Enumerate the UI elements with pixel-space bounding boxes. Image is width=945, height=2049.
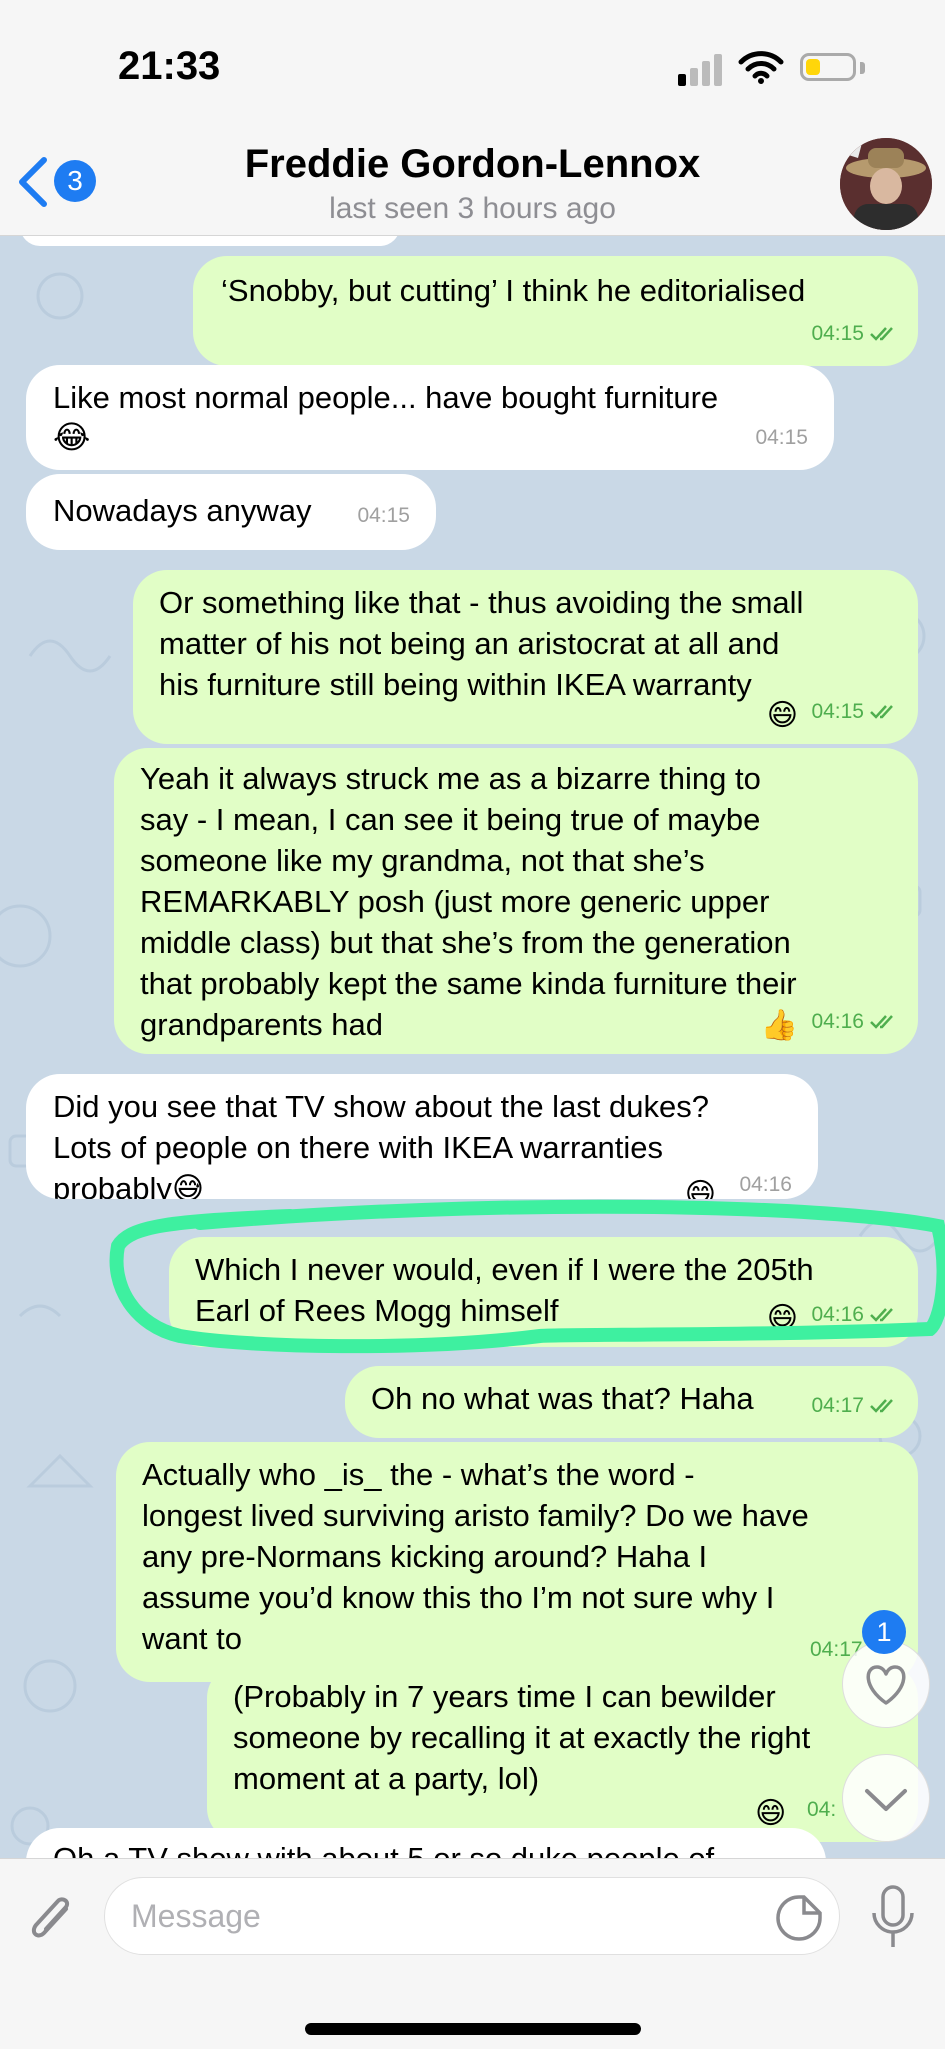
reaction-emoji[interactable]: 👍 (761, 1005, 798, 1046)
message-text: Like most normal people... have bought f… (53, 380, 719, 415)
message-time: 04:17 (811, 1394, 864, 1417)
status-time: 21:33 (118, 44, 221, 88)
message-time: 04: (807, 1798, 837, 1821)
message-text: Did you see that TV show about the last … (53, 1089, 709, 1199)
double-check-icon (870, 1308, 893, 1323)
message-bubble-outgoing[interactable]: Or something like that - thus avoiding t… (133, 570, 918, 744)
status-bar: 21:33 (0, 0, 945, 130)
message-bubble-outgoing[interactable]: Actually who _is_ the - what’s the word … (116, 1442, 918, 1682)
home-indicator (305, 2023, 641, 2035)
double-check-icon (870, 1015, 893, 1030)
message-bubble-outgoing[interactable]: Which I never would, even if I were the … (169, 1237, 918, 1347)
chat-header: 3 Freddie Gordon-Lennox last seen 3 hour… (0, 130, 945, 236)
sticker-icon[interactable] (774, 1893, 824, 1943)
sweat-smile-emoji: 😅 (171, 1171, 205, 1199)
message-text: Oh no what was that? Haha (371, 1381, 754, 1416)
microphone-icon[interactable] (868, 1883, 918, 1955)
reaction-emoji[interactable]: 😄 (685, 1174, 716, 1199)
message-text-line: Like most normal people... have bought f… (53, 377, 718, 418)
message-bubble-incoming[interactable]: Like most normal people... have bought f… (26, 365, 834, 470)
message-meta: 04:16 (811, 1294, 896, 1335)
message-meta: 04:15 (811, 691, 896, 732)
message-input-bar (0, 1858, 945, 2049)
chat-area[interactable]: ‘Snobby, but cutting’ I think he editori… (0, 236, 945, 1858)
scroll-down-button[interactable] (842, 1754, 930, 1842)
battery-icon (800, 53, 856, 81)
message-bubble-outgoing[interactable]: (Probably in 7 years time I can bewilder… (207, 1664, 918, 1842)
message-text: Yeah it always struck me as a bizarre th… (140, 761, 797, 1042)
reaction-emoji[interactable]: 😄 (767, 695, 798, 736)
message-text-block: Did you see that TV show about the last … (53, 1086, 709, 1199)
message-time: 04:16 (739, 1173, 792, 1196)
double-check-icon (870, 705, 893, 720)
cellular-signal-icon (678, 52, 726, 86)
message-text: (Probably in 7 years time I can bewilder… (233, 1679, 811, 1796)
message-text: Which I never would, even if I were the … (195, 1252, 814, 1328)
message-text: Nowadays anyway (53, 493, 312, 528)
laughing-emoji: 😂 (53, 419, 91, 455)
chevron-down-icon (865, 1789, 907, 1811)
message-text: ‘Snobby, but cutting’ I think he editori… (221, 273, 806, 308)
message-text: Or something like that - thus avoiding t… (159, 585, 804, 702)
message-bubble-incoming[interactable]: Oh a TV show with about 5 or so duke peo… (26, 1828, 826, 1858)
message-time: 04:15 (357, 504, 410, 527)
contact-name[interactable]: Freddie Gordon-Lennox (0, 142, 945, 187)
message-input[interactable] (104, 1877, 840, 1955)
reaction-emoji[interactable]: 😄 (767, 1298, 798, 1339)
double-check-icon (870, 327, 893, 342)
message-time: 04:15 (811, 322, 864, 345)
contact-avatar[interactable] (840, 138, 932, 230)
reaction-count-badge: 1 (862, 1610, 906, 1654)
message-bubble-outgoing[interactable]: Yeah it always struck me as a bizarre th… (114, 748, 918, 1054)
message-meta: 04:17 (811, 1385, 896, 1426)
message-bubble-incoming[interactable]: Did you see that TV show about the last … (26, 1074, 818, 1199)
message-bubble-outgoing[interactable]: ‘Snobby, but cutting’ I think he editori… (193, 256, 918, 366)
message-time: 04:15 (755, 426, 808, 449)
wifi-icon (738, 51, 784, 84)
message-meta: 04:15 (811, 313, 896, 354)
double-check-icon (870, 1399, 893, 1414)
message-bubble-partial (20, 236, 400, 246)
message-time: 04:15 (811, 700, 864, 723)
contact-last-seen: last seen 3 hours ago (329, 192, 616, 225)
message-meta: 04:16 (811, 1001, 896, 1042)
message-bubble-outgoing[interactable]: Oh no what was that? Haha 04:17 (345, 1366, 918, 1438)
message-text: Actually who _is_ the - what’s the word … (142, 1457, 809, 1656)
message-time: 04:16 (811, 1010, 864, 1033)
battery-cap (860, 62, 865, 74)
attach-icon[interactable] (22, 1887, 80, 1951)
message-bubble-incoming[interactable]: Nowadays anyway 04:15 (26, 474, 436, 550)
message-time: 04:16 (811, 1303, 864, 1326)
message-text: Oh a TV show with about 5 or so duke peo… (53, 1838, 714, 1858)
